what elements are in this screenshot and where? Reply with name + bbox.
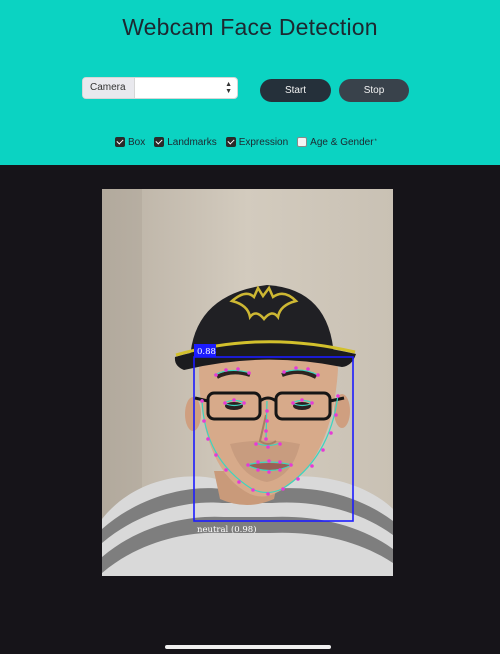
camera-source-select[interactable]: Camera ▲ ▼	[82, 77, 238, 99]
expression-label: Expression	[238, 136, 289, 148]
option-expression[interactable]: Expression	[225, 136, 289, 148]
chevron-updown-icon: ▲ ▼	[225, 81, 232, 95]
page-title: Webcam Face Detection	[122, 14, 378, 40]
option-landmarks[interactable]: Landmarks	[154, 136, 217, 148]
start-button[interactable]: Start	[260, 79, 331, 102]
home-indicator	[165, 645, 331, 649]
box-checkbox[interactable]	[115, 137, 125, 147]
expression-checkbox[interactable]	[225, 137, 236, 147]
age-gender-label: Age & Gender	[310, 136, 374, 148]
box-label: Box	[128, 136, 146, 148]
age-gender-marker: *	[374, 139, 377, 145]
header-panel: Webcam Face Detection Camera ▲ ▼ Start St…	[0, 0, 500, 165]
stop-button[interactable]: Stop	[339, 79, 409, 102]
camera-source-value: Camera	[90, 82, 126, 93]
left-ear	[185, 397, 201, 431]
option-age-gender[interactable]: Age & Gender *	[297, 137, 377, 148]
option-box[interactable]: Box	[115, 137, 145, 148]
detection-options: Box Landmarks Expression Age & Gender *	[115, 135, 386, 149]
detection-score: 0.88	[197, 347, 216, 357]
video-frame: 0.88 neutral (0.98)	[102, 189, 393, 576]
webcam-video: 0.88 neutral (0.98)	[102, 189, 393, 576]
expression-label: neutral (0.98)	[197, 524, 257, 535]
landmarks-label: Landmarks	[167, 136, 217, 148]
age-gender-checkbox[interactable]	[297, 137, 308, 147]
landmarks-checkbox[interactable]	[154, 137, 165, 147]
